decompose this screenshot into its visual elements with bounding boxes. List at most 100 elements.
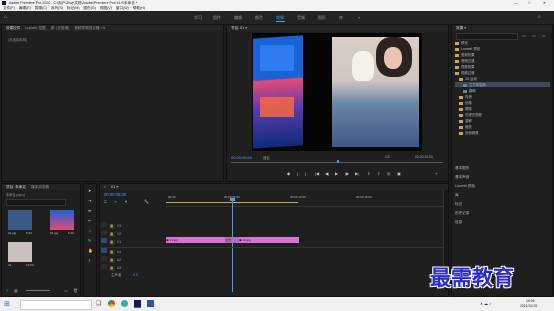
chrome-icon[interactable] <box>108 300 115 307</box>
workspace-libraries[interactable]: 库 <box>339 15 343 21</box>
system-tray-icons[interactable]: ∧ ☁ ♪ <box>480 301 491 306</box>
search-icon[interactable]: ⌕ <box>538 14 541 20</box>
effects-item-selected[interactable]: 立方体旋转 <box>455 82 550 87</box>
export-frame-icon[interactable]: ◎ <box>387 171 391 176</box>
ripple-edit-icon[interactable]: ⇹ <box>88 208 91 213</box>
dock-info[interactable]: 信息 <box>455 220 462 225</box>
type-tool-icon[interactable]: T <box>88 258 90 263</box>
menu-help[interactable]: 帮助(H) <box>133 6 145 10</box>
tab-sequence[interactable]: 01 ≡ <box>111 185 118 189</box>
effects-item[interactable]: 擦除 <box>459 106 472 111</box>
track-select-icon[interactable]: ⇥ <box>88 198 91 203</box>
toggle-icon[interactable] <box>101 256 107 261</box>
go-to-in-icon[interactable]: |◀ <box>315 171 319 176</box>
play-button[interactable]: ▶ <box>335 171 338 176</box>
more-workspaces-icon[interactable]: » <box>358 15 360 20</box>
add-marker-icon[interactable]: ◆ <box>287 171 290 176</box>
slip-tool-icon[interactable]: ⇔ <box>88 228 92 233</box>
selection-tool-icon[interactable]: ➤ <box>88 188 91 193</box>
toggle-icon[interactable] <box>101 264 107 269</box>
project-item[interactable] <box>8 242 32 262</box>
source-patch-icon[interactable] <box>101 238 107 243</box>
timeline-timecode[interactable]: 00:00:05:00 <box>104 192 126 197</box>
lock-icon[interactable]: 🔒 <box>109 258 115 263</box>
workspace-editing[interactable]: 编辑 <box>234 15 242 21</box>
lift-icon[interactable]: ⇧ <box>367 171 370 176</box>
word-icon[interactable] <box>147 300 154 307</box>
effects-item[interactable]: 视频效果 <box>455 64 475 69</box>
time-ruler[interactable]: 00:00 00:00:05:00 00:00:10:00 00:00:15:0… <box>166 194 446 207</box>
dock-libraries[interactable]: 库 <box>455 193 459 198</box>
linked-selection-icon[interactable]: ∞ <box>114 199 117 204</box>
new-bin-icon[interactable]: ▭ <box>522 33 526 38</box>
effects-item[interactable]: 预设 <box>455 40 468 45</box>
mark-out-icon[interactable]: } <box>305 171 306 176</box>
tab-media-browser[interactable]: 媒体浏览器 <box>31 185 49 189</box>
effects-item[interactable]: 溶解 <box>459 118 472 123</box>
menu-edit[interactable]: 编辑(E) <box>19 6 31 10</box>
taskbar-search-box[interactable] <box>20 300 92 310</box>
tab-project[interactable]: 项目: 未命名 <box>6 185 26 189</box>
dock-history[interactable]: 历史记录 <box>455 211 469 216</box>
transition-block[interactable]: 立方 <box>225 237 239 243</box>
effects-item[interactable]: 缩放 <box>459 124 472 129</box>
premiere-icon[interactable] <box>134 300 141 308</box>
dock-lumetri-color[interactable]: Lumetri 颜色 <box>455 184 475 189</box>
project-search-input[interactable] <box>6 199 66 206</box>
menu-sequence[interactable]: 序列(S) <box>51 6 63 10</box>
timeline-clip[interactable]: ▣ 01.jpg <box>166 237 232 243</box>
add-marker-icon[interactable]: ▼ <box>124 199 128 204</box>
tab-lumetri-scopes[interactable]: Lumetri 范围 <box>25 26 45 30</box>
extract-icon[interactable]: ⇪ <box>377 171 380 176</box>
tab-audio-clip-mixer[interactable]: 音频剪辑混合器: 01 <box>74 26 105 30</box>
snap-icon[interactable]: ⊏ <box>104 199 107 204</box>
fit-dropdown[interactable]: 适合 <box>263 155 270 160</box>
dock-essential-graphics[interactable]: 基本图形 <box>455 166 469 171</box>
mark-in-icon[interactable]: { <box>297 171 298 176</box>
dock-essential-sound[interactable]: 基本声音 <box>455 175 469 180</box>
effects-item[interactable]: 3D 运动 <box>459 76 477 81</box>
workspace-learn[interactable]: 学习 <box>194 15 202 21</box>
effects-item[interactable]: 翻转 <box>463 88 476 93</box>
effects-item[interactable]: 页面剥落 <box>459 130 479 135</box>
menu-clip[interactable]: 剪辑(C) <box>35 6 47 10</box>
pen-tool-icon[interactable]: ✎ <box>88 238 91 243</box>
menu-window[interactable]: 窗口(W) <box>116 6 129 10</box>
effects-search-input[interactable] <box>456 33 518 40</box>
tab-effect-controls[interactable]: 效果控件 <box>6 26 20 30</box>
icon-view-icon[interactable]: ▦ <box>14 288 18 293</box>
playhead[interactable] <box>232 200 233 292</box>
clock-time[interactable]: 16:06 <box>526 299 535 303</box>
menu-marker[interactable]: 标记(M) <box>67 6 80 10</box>
toggle-icon[interactable] <box>101 230 107 235</box>
menu-graphics[interactable]: 图形(G) <box>84 6 96 10</box>
task-view-icon[interactable]: ❏ <box>96 300 101 307</box>
step-back-icon[interactable]: ◀| <box>325 171 329 176</box>
button-editor-icon[interactable]: + <box>435 171 437 176</box>
project-item[interactable] <box>50 210 74 230</box>
windows-start-icon[interactable]: ⊞ <box>4 300 10 308</box>
program-timecode[interactable]: 00:00:05:00 <box>231 155 252 160</box>
quality-dropdown[interactable]: 1/2 <box>385 155 390 159</box>
effects-item[interactable]: 音频过渡 <box>455 58 475 63</box>
effects-item[interactable]: 内滑 <box>459 94 472 99</box>
browser-icon[interactable] <box>121 300 128 307</box>
lock-icon[interactable]: 🔒 <box>109 240 115 245</box>
compare-view-icon[interactable]: ▣ <box>397 171 401 176</box>
effects-item[interactable]: Lumetri 预设 <box>455 46 480 51</box>
go-to-out-icon[interactable]: ▶| <box>355 171 359 176</box>
menu-view[interactable]: 视图(V) <box>100 6 112 10</box>
workspace-assembly[interactable]: 组件 <box>213 15 221 21</box>
hand-tool-icon[interactable]: ✋ <box>88 248 93 253</box>
toggle-icon[interactable] <box>101 222 107 227</box>
playhead-handle[interactable] <box>230 198 235 201</box>
tab-program[interactable]: 节目: 01 ≡ <box>231 26 247 30</box>
yuv-effects-icon[interactable]: ▭ <box>542 33 546 38</box>
zoom-slider[interactable] <box>26 290 50 291</box>
workspace-color[interactable]: 颜色 <box>255 15 263 21</box>
lock-icon[interactable]: 🔒 <box>109 266 115 271</box>
lock-icon[interactable]: 🔒 <box>109 224 115 229</box>
timeline-settings-icon[interactable]: 🔧 <box>144 199 149 204</box>
timeline-clip[interactable]: ▣ 02.jpg <box>239 237 299 243</box>
list-view-icon[interactable]: ≡ <box>6 288 8 293</box>
